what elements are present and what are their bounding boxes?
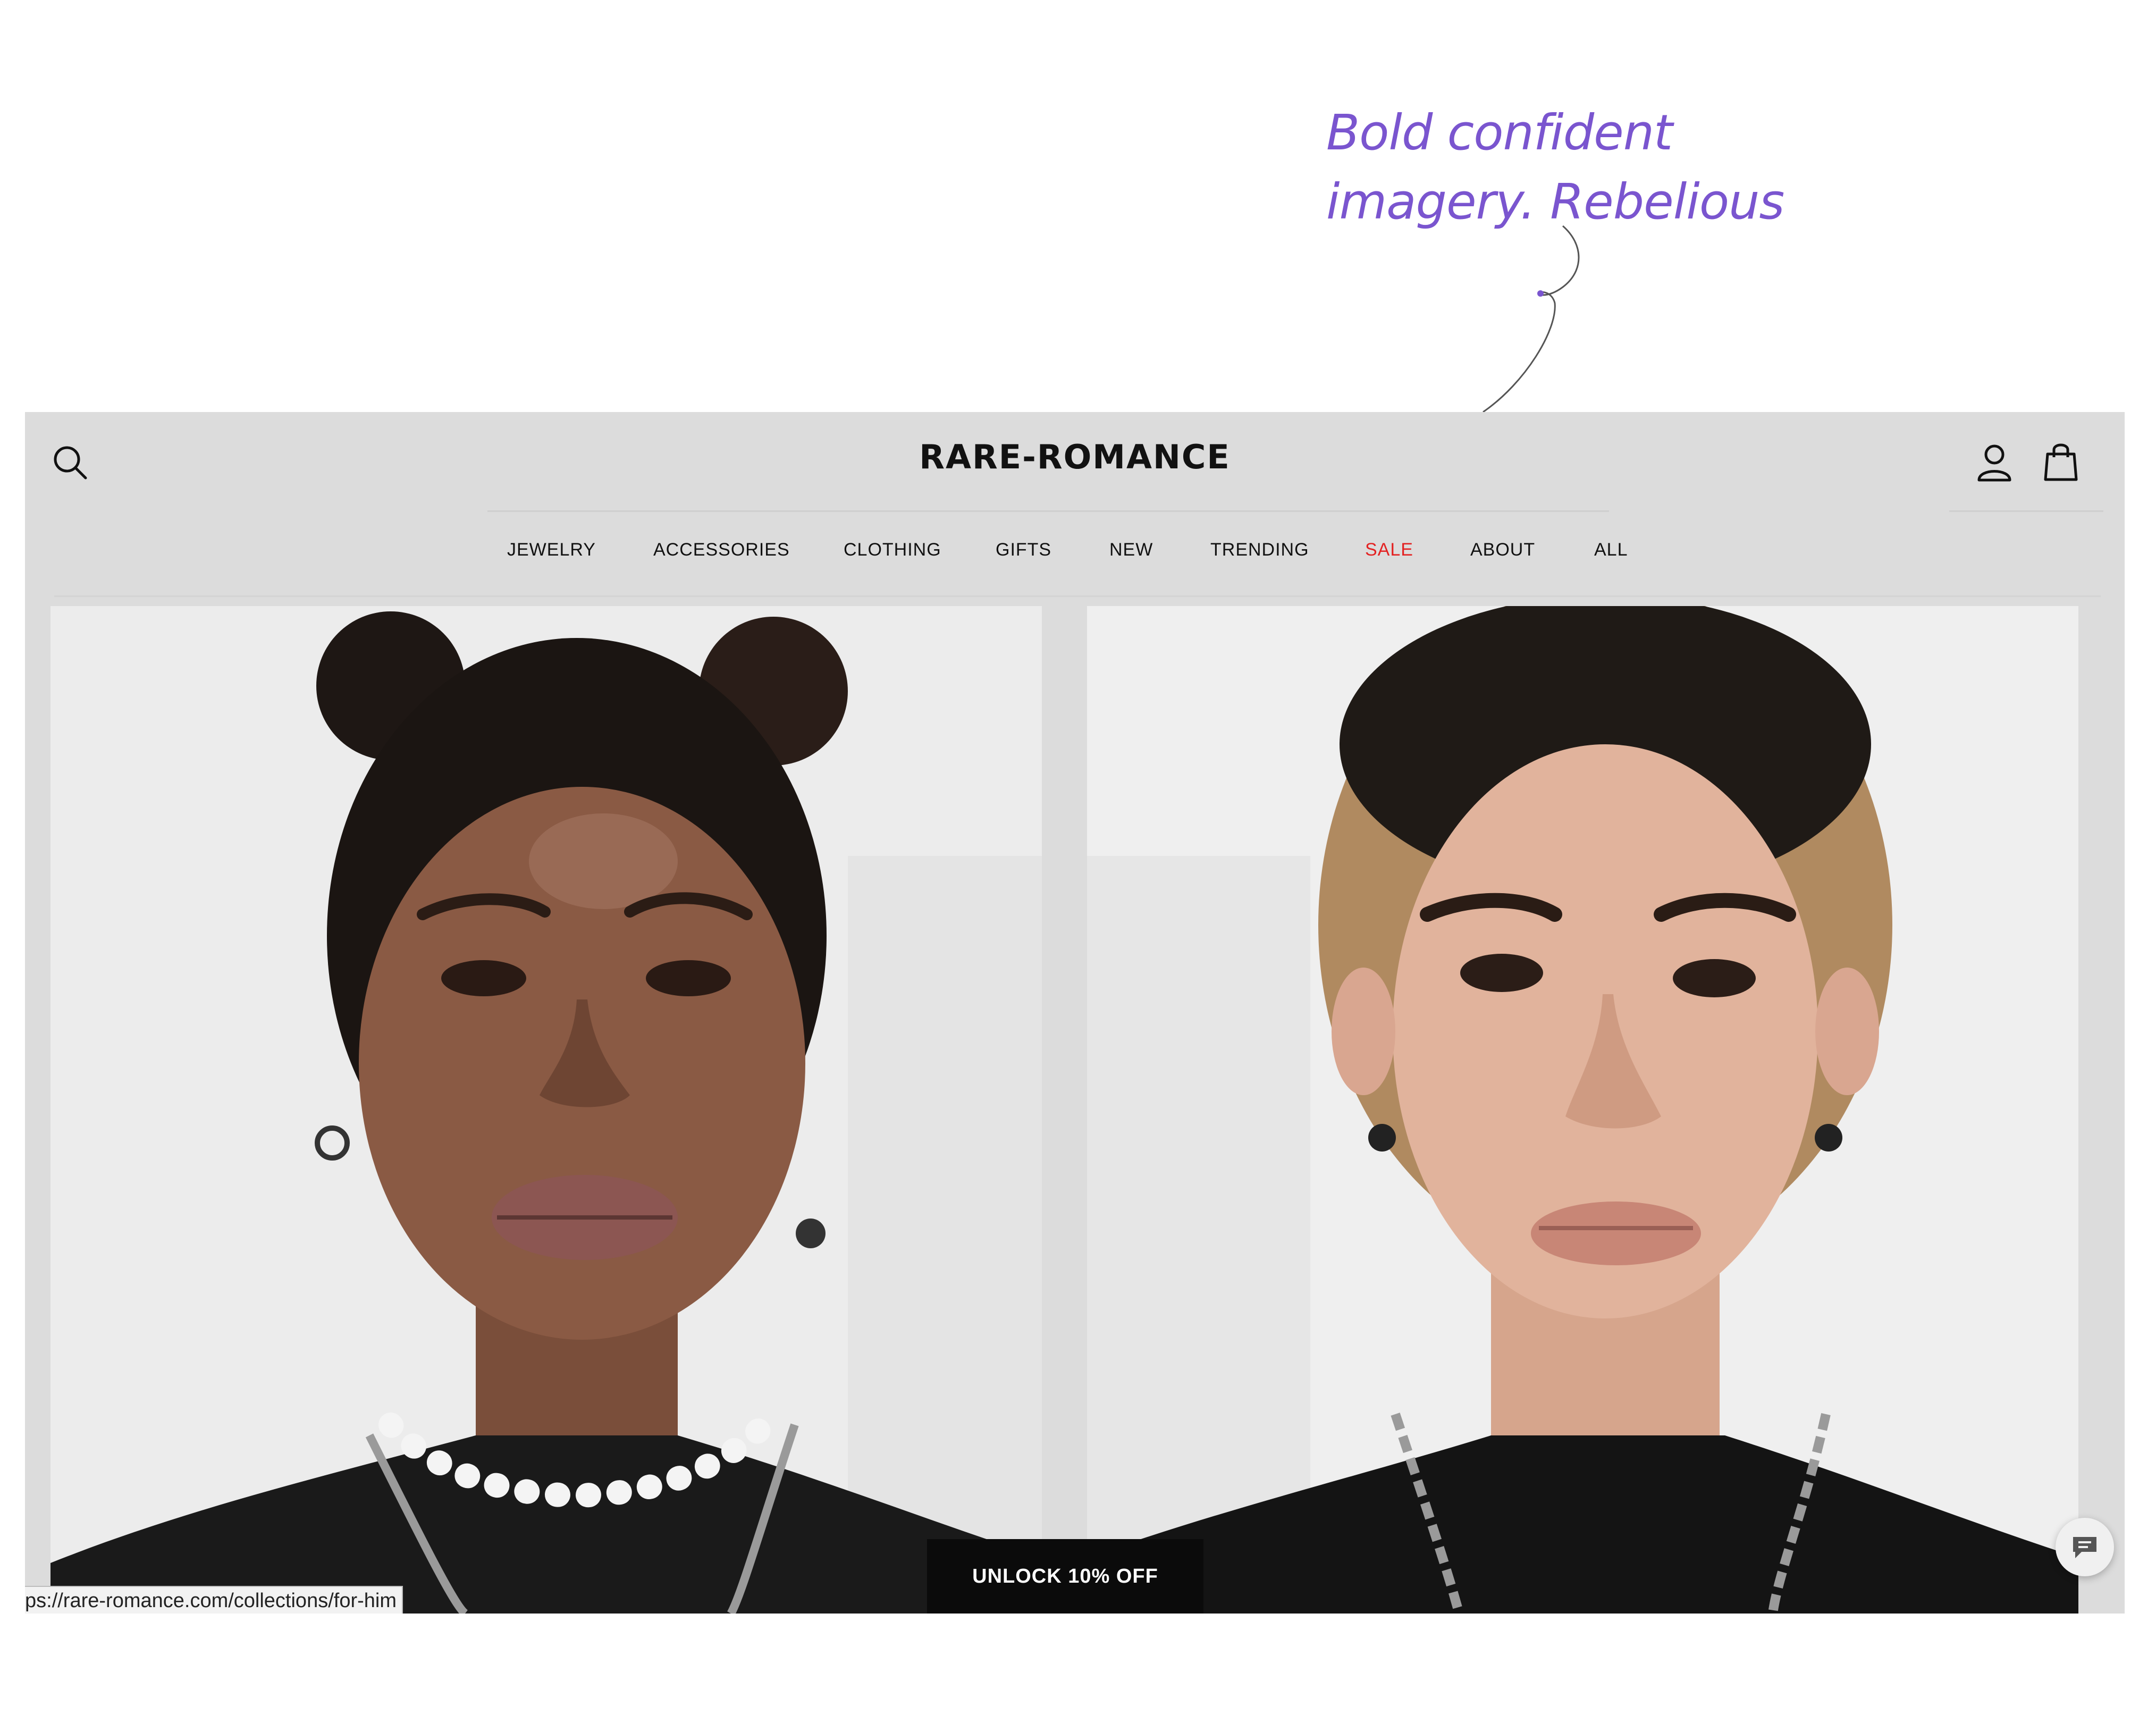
nav-divider [54, 595, 2101, 597]
site-header: RARE-ROMANCE JEWELRY ACCESSORIES CLOTHIN… [25, 412, 2125, 597]
nav-item-clothing[interactable]: CLOTHING [844, 540, 941, 560]
hero-image-woman[interactable] [50, 606, 1042, 1614]
chat-button[interactable] [2056, 1518, 2114, 1576]
site-logo[interactable]: RARE-ROMANCE [25, 438, 2125, 476]
header-divider [487, 510, 1609, 512]
nav-item-new[interactable]: NEW [1109, 540, 1153, 560]
nav-item-about[interactable]: ABOUT [1470, 540, 1535, 560]
annotation-line-1: Bold confident [1326, 104, 1673, 161]
nav-item-all[interactable]: ALL [1594, 540, 1628, 560]
store-screenshot: RARE-ROMANCE JEWELRY ACCESSORIES CLOTHIN… [25, 412, 2125, 1614]
unlock-discount-button[interactable]: UNLOCK 10% OFF [927, 1539, 1203, 1614]
account-icon[interactable] [1976, 443, 2013, 482]
shopping-bag-icon[interactable] [2042, 441, 2079, 482]
nav-item-accessories[interactable]: ACCESSORIES [653, 540, 790, 560]
nav-item-gifts[interactable]: GIFTS [996, 540, 1051, 560]
nav-item-trending[interactable]: TRENDING [1210, 540, 1309, 560]
nav-item-jewelry[interactable]: JEWELRY [507, 540, 596, 560]
status-bar-url: ps://rare-romance.com/collections/for-hi… [25, 1586, 403, 1614]
annotation-callout: Bold confident imagery. Rebelious [1326, 98, 1858, 237]
main-nav: JEWELRY ACCESSORIES CLOTHING GIFTS NEW T… [25, 540, 2125, 572]
annotation-arrow-icon [1483, 225, 1580, 413]
header-divider [1949, 510, 2103, 512]
hero-image-man[interactable] [1087, 606, 2078, 1614]
nav-item-sale[interactable]: SALE [1365, 540, 1413, 560]
chat-bubble-icon [2073, 1537, 2096, 1558]
